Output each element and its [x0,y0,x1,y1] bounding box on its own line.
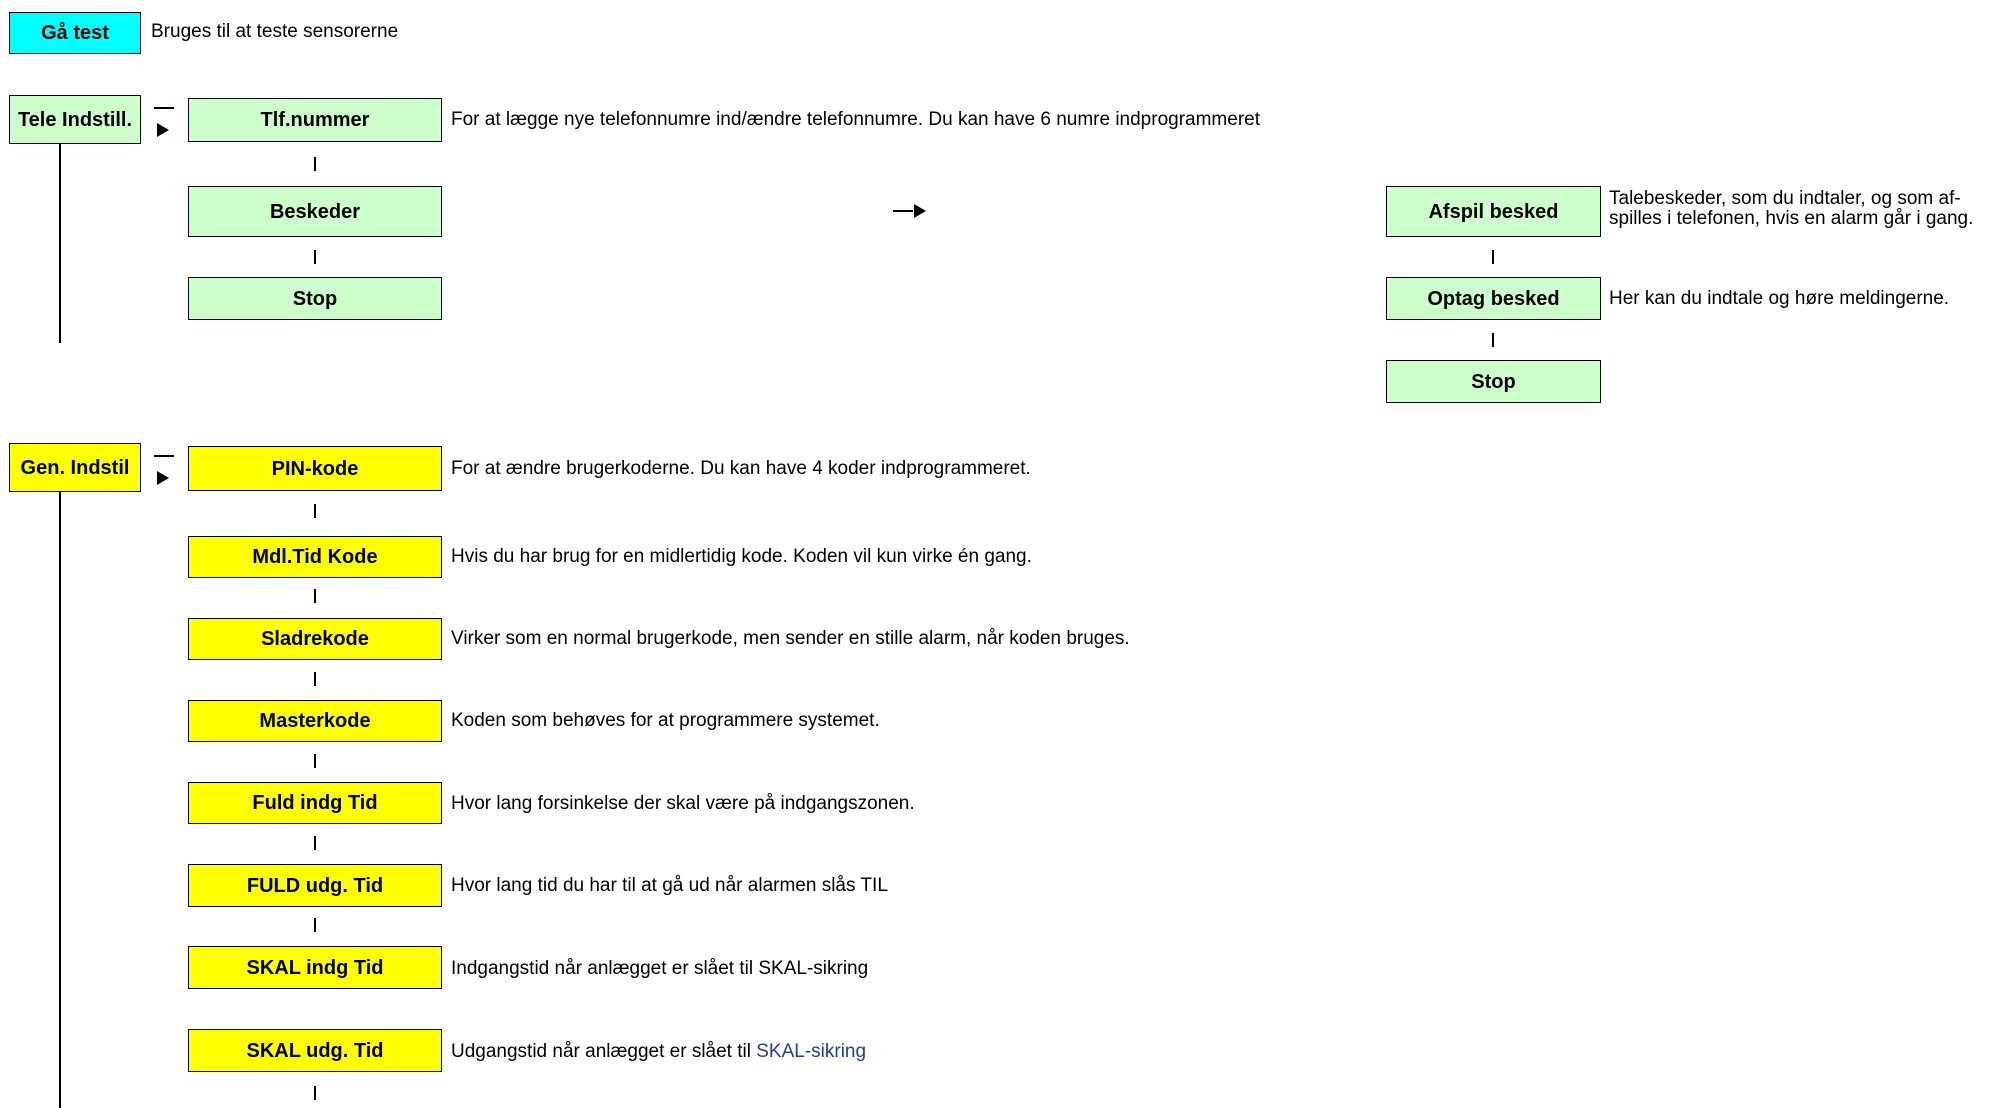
connector-pipe [314,250,316,264]
connector-pipe [314,157,316,171]
connector-pipe [1492,250,1494,264]
fuld-indg-tid-description: Hvor lang forsinkelse der skal være på i… [451,793,915,814]
skal-udg-tid-description-text: Udgangstid når anlægget er slået til [451,1041,757,1062]
skal-indg-tid-label: SKAL indg Tid [246,956,384,979]
arrow-dash [154,107,174,109]
beskeder-button[interactable]: Beskeder [188,186,442,237]
mdl-tid-kode-label: Mdl.Tid Kode [252,546,378,568]
masterkode-label: Masterkode [259,710,371,732]
afspil-besked-description: Talebeskeder, som du indtaler, og som af… [1609,188,1974,229]
fuld-udg-tid-button[interactable]: FULD udg. Tid [188,864,442,907]
afspil-besked-label: Afspil besked [1428,200,1559,223]
fuld-indg-tid-label: Fuld indg Tid [252,792,378,814]
skal-udg-tid-button[interactable]: SKAL udg. Tid [188,1029,442,1072]
main-connector-line [59,492,61,1108]
skal-udg-tid-label: SKAL udg. Tid [246,1039,384,1062]
fuld-indg-tid-button[interactable]: Fuld indg Tid [188,782,442,824]
fuld-udg-tid-label: FULD udg. Tid [246,874,384,897]
skal-sikring-link[interactable]: SKAL-sikring [756,1041,866,1062]
gen-indstil-label: Gen. Indstil [20,456,130,479]
sladrekode-label: Sladrekode [261,628,369,650]
connector-pipe [314,589,316,603]
besked-stop-label: Stop [1471,370,1516,393]
afspil-besked-button[interactable]: Afspil besked [1386,186,1601,237]
besked-stop-button[interactable]: Stop [1386,360,1601,403]
optag-besked-description: Her kan du indtale og høre meldingerne. [1609,288,1950,309]
mdl-tid-kode-button[interactable]: Mdl.Tid Kode [188,536,442,578]
mdl-tid-kode-description: Hvis du har brug for en midlertidig kode… [451,546,1032,567]
beskeder-label: Beskeder [269,200,361,223]
arrow-dash [154,455,174,457]
gen-indstil-button[interactable]: Gen. Indstil [9,443,141,492]
connector-pipe [314,836,316,850]
tele-indstill-button[interactable]: Tele Indstill. [9,95,141,144]
arrow-right-icon [157,471,169,485]
pin-kode-label: PIN-kode [271,457,359,480]
tele-stop-label: Stop [292,287,338,310]
tele-indstill-label: Tele Indstill. [17,108,133,131]
optag-besked-label: Optag besked [1427,287,1560,310]
sladrekode-button[interactable]: Sladrekode [188,618,442,660]
tlf-nummer-button[interactable]: Tlf.nummer [188,98,442,142]
ga-test-button[interactable]: Gå test [9,12,141,54]
masterkode-description: Koden som behøves for at programmere sys… [451,710,880,731]
sladrekode-description: Virker som en normal brugerkode, men sen… [451,628,1130,649]
pin-kode-button[interactable]: PIN-kode [188,446,442,491]
skal-indg-tid-button[interactable]: SKAL indg Tid [188,946,442,989]
tele-stop-button[interactable]: Stop [188,277,442,320]
tlf-nummer-label: Tlf.nummer [260,109,370,131]
skal-udg-tid-description: Udgangstid når anlægget er slået til SKA… [451,1041,866,1062]
tlf-nummer-description: For at lægge nye telefonnumre ind/ændre … [451,109,1260,130]
connector-pipe [314,754,316,768]
arrow-dash [893,210,913,212]
main-connector-line [59,143,61,343]
skal-indg-tid-description: Indgangstid når anlægget er slået til SK… [451,958,869,979]
connector-pipe [314,1086,316,1100]
connector-pipe [1492,333,1494,347]
optag-besked-button[interactable]: Optag besked [1386,277,1601,320]
fuld-udg-tid-description: Hvor lang tid du har til at gå ud når al… [451,875,888,896]
masterkode-button[interactable]: Masterkode [188,700,442,742]
connector-pipe [314,672,316,686]
connector-pipe [314,918,316,932]
arrow-right-icon [157,123,169,137]
arrow-right-icon [914,204,926,218]
connector-pipe [314,504,316,518]
pin-kode-description: For at ændre brugerkoderne. Du kan have … [451,458,1031,479]
ga-test-description: Bruges til at teste sensorerne [151,21,399,42]
ga-test-label: Gå test [41,22,109,44]
